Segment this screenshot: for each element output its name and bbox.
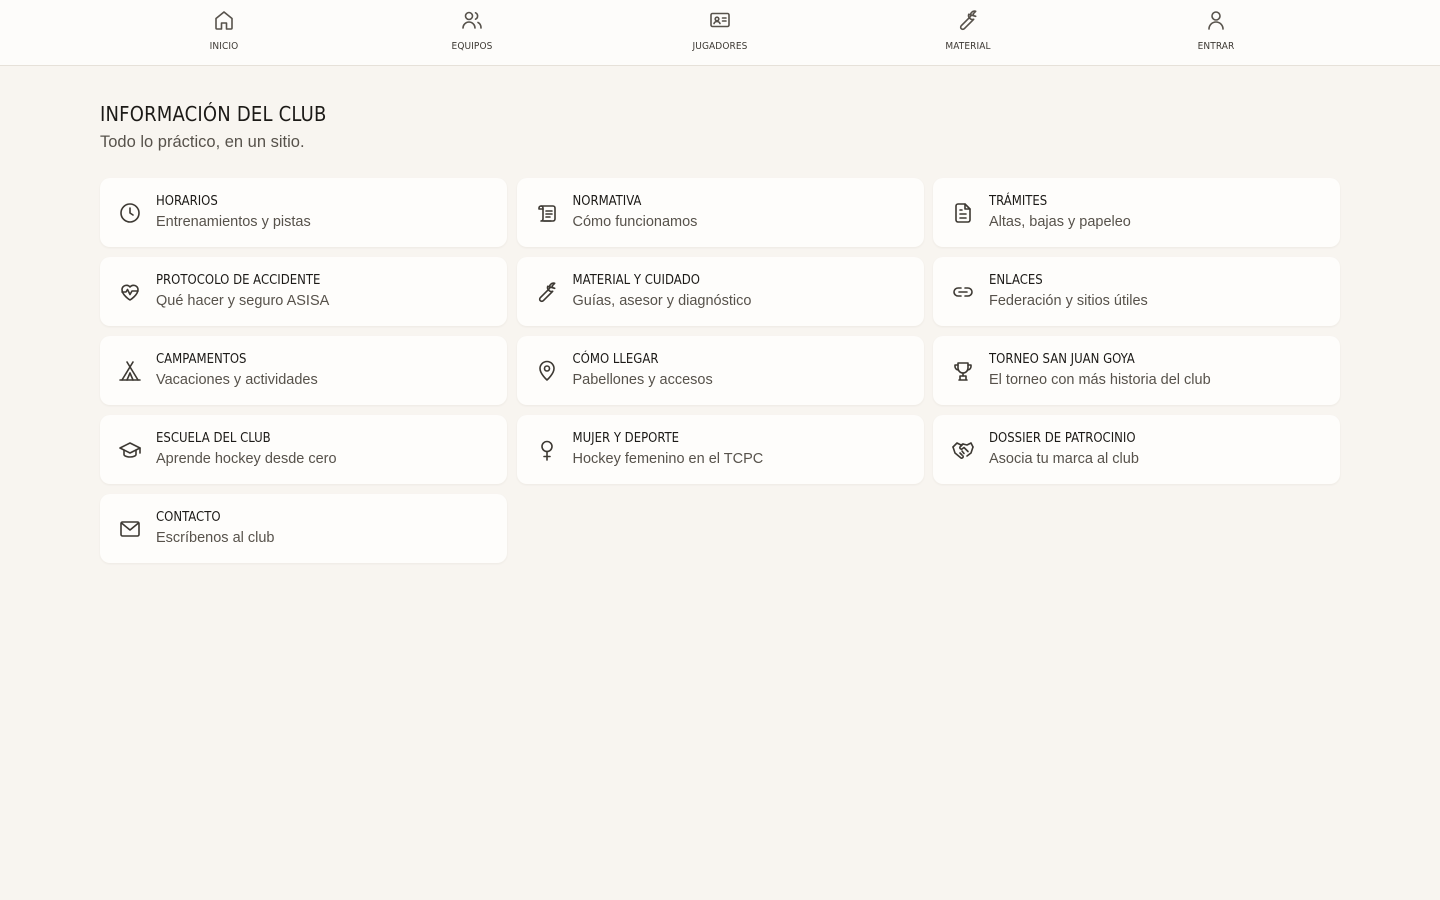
card-text: MATERIAL Y CUIDADO Guías, asesor y diagn… bbox=[573, 272, 752, 311]
page-title: INFORMACIÓN DEL CLUB bbox=[100, 102, 327, 126]
card-title: ENLACES bbox=[989, 273, 1043, 288]
nav-item-label: ENTRAR bbox=[1197, 41, 1235, 52]
card-title: TORNEO SAN JUAN GOYA bbox=[989, 352, 1135, 367]
card-campamentos[interactable]: CAMPAMENTOS Vacaciones y actividades bbox=[100, 336, 507, 405]
card-torneo-san-juan-goya[interactable]: TORNEO SAN JUAN GOYA El torneo con más h… bbox=[933, 336, 1340, 405]
card-title: PROTOCOLO DE ACCIDENTE bbox=[156, 273, 321, 288]
id-card-icon bbox=[708, 8, 732, 32]
card-text: ESCUELA DEL CLUB Aprende hockey desde ce… bbox=[156, 430, 337, 469]
mail-icon bbox=[118, 517, 142, 541]
trophy-icon bbox=[951, 359, 975, 383]
wrench-icon bbox=[535, 280, 559, 304]
card-text: NORMATIVA Cómo funcionamos bbox=[573, 193, 698, 232]
handshake-icon bbox=[951, 438, 975, 462]
wrench-icon bbox=[956, 8, 980, 32]
nav-item-inicio[interactable]: INICIO bbox=[154, 0, 294, 65]
graduation-cap-icon bbox=[118, 438, 142, 462]
card-text: TORNEO SAN JUAN GOYA El torneo con más h… bbox=[989, 351, 1211, 390]
card-enlaces[interactable]: ENLACES Federación y sitios útiles bbox=[933, 257, 1340, 326]
card-description: Asocia tu marca al club bbox=[989, 451, 1139, 467]
card-text: CAMPAMENTOS Vacaciones y actividades bbox=[156, 351, 318, 390]
card-mujer-y-deporte[interactable]: MUJER Y DEPORTE Hockey femenino en el TC… bbox=[516, 415, 924, 484]
card-text: HORARIOS Entrenamientos y pistas bbox=[156, 193, 311, 232]
card-title: ESCUELA DEL CLUB bbox=[156, 431, 271, 446]
map-pin-icon bbox=[535, 359, 559, 383]
nav-item-label: EQUIPOS bbox=[451, 41, 493, 52]
page-subtitle: Todo lo práctico, en un sitio. bbox=[100, 133, 305, 151]
card-text: TRÁMITES Altas, bajas y papeleo bbox=[989, 193, 1131, 232]
card-text: CONTACTO Escríbenos al club bbox=[156, 509, 274, 548]
clock-icon bbox=[118, 201, 142, 225]
heart-pulse-icon bbox=[118, 280, 142, 304]
card-protocolo-accidente[interactable]: PROTOCOLO DE ACCIDENTE Qué hacer y segur… bbox=[100, 257, 507, 326]
page-header: INFORMACIÓN DEL CLUB Todo lo práctico, e… bbox=[100, 100, 327, 154]
top-navigation: INICIO EQUIPOS JUGADORES MATERIAL ENTRAR bbox=[0, 0, 1440, 66]
card-text: PROTOCOLO DE ACCIDENTE Qué hacer y segur… bbox=[156, 272, 329, 311]
card-description: Guías, asesor y diagnóstico bbox=[572, 293, 752, 309]
card-contacto[interactable]: CONTACTO Escríbenos al club bbox=[100, 494, 507, 563]
card-description: Federación y sitios útiles bbox=[989, 293, 1148, 309]
card-text: ENLACES Federación y sitios útiles bbox=[989, 272, 1148, 311]
card-title: MATERIAL Y CUIDADO bbox=[572, 273, 700, 288]
tent-icon bbox=[118, 359, 142, 383]
info-cards-grid: HORARIOS Entrenamientos y pistas NORMATI… bbox=[100, 178, 1340, 563]
card-escuela-del-club[interactable]: ESCUELA DEL CLUB Aprende hockey desde ce… bbox=[100, 415, 507, 484]
card-tramites[interactable]: TRÁMITES Altas, bajas y papeleo bbox=[933, 178, 1340, 247]
card-description: Hockey femenino en el TCPC bbox=[572, 451, 764, 467]
card-description: Aprende hockey desde cero bbox=[156, 451, 337, 467]
nav-item-equipos[interactable]: EQUIPOS bbox=[402, 0, 542, 65]
document-icon bbox=[951, 201, 975, 225]
card-text: MUJER Y DEPORTE Hockey femenino en el TC… bbox=[573, 430, 764, 469]
card-description: Escríbenos al club bbox=[156, 530, 275, 546]
scroll-icon bbox=[535, 201, 559, 225]
card-description: Qué hacer y seguro ASISA bbox=[156, 293, 330, 309]
card-title: HORARIOS bbox=[156, 194, 218, 209]
nav-item-label: INICIO bbox=[209, 41, 239, 52]
card-text: CÓMO LLEGAR Pabellones y accesos bbox=[573, 351, 713, 390]
card-title: NORMATIVA bbox=[572, 194, 642, 209]
card-title: CAMPAMENTOS bbox=[156, 352, 247, 367]
users-icon bbox=[460, 8, 484, 32]
card-description: Altas, bajas y papeleo bbox=[989, 214, 1131, 230]
card-title: DOSSIER DE PATROCINIO bbox=[989, 431, 1136, 446]
card-material-cuidado[interactable]: MATERIAL Y CUIDADO Guías, asesor y diagn… bbox=[516, 257, 924, 326]
nav-item-entrar[interactable]: ENTRAR bbox=[1146, 0, 1286, 65]
link-icon bbox=[951, 280, 975, 304]
card-title: CÓMO LLEGAR bbox=[572, 352, 659, 367]
home-icon bbox=[212, 8, 236, 32]
card-description: Entrenamientos y pistas bbox=[156, 214, 311, 230]
card-title: TRÁMITES bbox=[989, 194, 1048, 209]
card-dossier-patrocinio[interactable]: DOSSIER DE PATROCINIO Asocia tu marca al… bbox=[933, 415, 1340, 484]
card-description: Pabellones y accesos bbox=[572, 372, 713, 388]
card-description: Cómo funcionamos bbox=[572, 214, 698, 230]
card-normativa[interactable]: NORMATIVA Cómo funcionamos bbox=[516, 178, 924, 247]
card-description: Vacaciones y actividades bbox=[156, 372, 318, 388]
card-como-llegar[interactable]: CÓMO LLEGAR Pabellones y accesos bbox=[516, 336, 924, 405]
venus-icon bbox=[535, 438, 559, 462]
card-title: CONTACTO bbox=[156, 510, 221, 525]
nav-item-material[interactable]: MATERIAL bbox=[898, 0, 1038, 65]
card-description: El torneo con más historia del club bbox=[989, 372, 1211, 388]
card-title: MUJER Y DEPORTE bbox=[572, 431, 680, 446]
nav-item-label: JUGADORES bbox=[692, 41, 748, 52]
card-text: DOSSIER DE PATROCINIO Asocia tu marca al… bbox=[989, 430, 1139, 469]
nav-item-label: MATERIAL bbox=[945, 41, 991, 52]
user-icon bbox=[1204, 8, 1228, 32]
card-horarios[interactable]: HORARIOS Entrenamientos y pistas bbox=[100, 178, 507, 247]
nav-item-jugadores[interactable]: JUGADORES bbox=[650, 0, 790, 65]
